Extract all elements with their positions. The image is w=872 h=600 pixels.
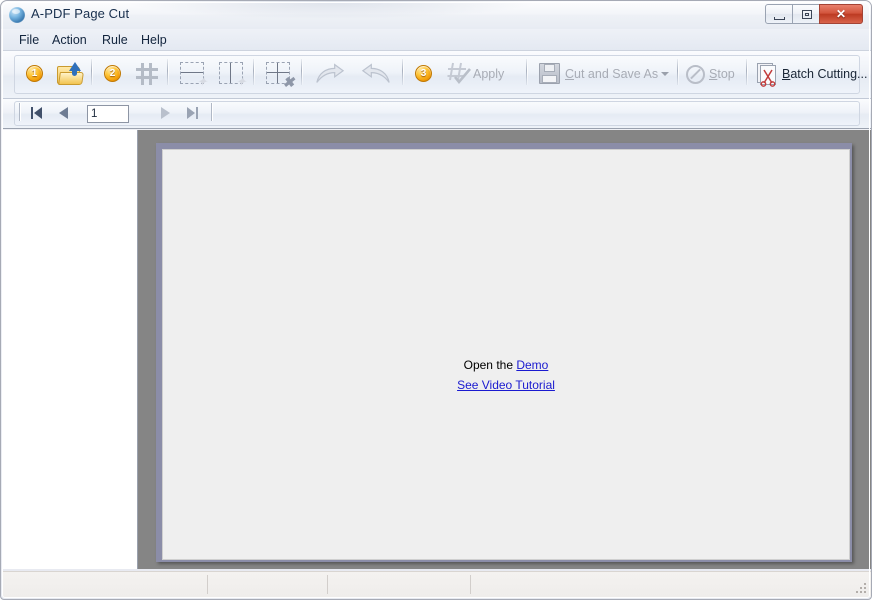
stop-icon [686,65,705,84]
status-panel-4 [471,575,865,594]
step-1-button[interactable]: 1 [20,57,48,89]
globe-icon [9,7,25,23]
step-1-badge: 1 [26,65,43,82]
pdf-page-canvas[interactable]: Open the Demo See Video Tutorial [162,149,850,560]
resize-grip[interactable] [856,583,868,595]
undo-arrow-icon [315,63,345,85]
title-bar: A-PDF Page Cut ✕ [1,1,872,29]
delete-line-button[interactable]: ✖ [260,57,296,89]
step-2-button[interactable]: 2 [98,57,126,89]
floppy-save-icon [539,63,560,84]
maximize-icon [802,10,812,19]
menu-file[interactable]: File [12,31,46,49]
toolbar-separator-2 [167,59,168,85]
navbar-band [14,101,860,126]
video-tutorial-link[interactable]: See Video Tutorial [457,375,555,395]
minimize-button[interactable] [765,4,793,24]
redo-button[interactable] [354,57,396,89]
first-page-button[interactable] [26,102,48,122]
open-demo-prefix: Open the [464,358,517,372]
toolbar-separator-5 [402,59,403,85]
add-vertical-line-button[interactable]: ✦ [213,57,249,89]
last-page-button[interactable] [182,102,204,122]
undo-button[interactable] [308,57,350,89]
minimize-icon [774,17,785,20]
batch-cutting-icon [757,63,783,87]
menu-action[interactable]: Action [45,31,94,49]
nav-separator-2 [211,103,212,121]
toolbar-separator-3 [253,59,254,85]
stop-button[interactable]: Stop [682,57,742,89]
menu-rule[interactable]: Rule [95,31,135,49]
apply-button[interactable]: Apply [444,57,520,89]
demo-link[interactable]: Demo [516,358,548,372]
thumbnail-panel[interactable] [3,130,138,569]
status-panel-3 [328,575,471,594]
add-vertical-cut-line-icon: ✦ [219,62,245,86]
cut-and-save-as-label: ut and Save As [574,67,658,81]
window-title: A-PDF Page Cut [31,6,129,21]
next-page-button[interactable] [154,102,176,122]
toolbar-separator-8 [746,59,747,85]
previous-page-button[interactable] [52,102,74,122]
step-3-button[interactable]: 3 [409,57,437,89]
add-horizontal-line-button[interactable]: ✦ [174,57,210,89]
navigation-toolbar: − + 96% Cut Pages Order: Line Position: … [2,99,872,129]
redo-arrow-icon [361,63,391,85]
toolbar-separator-7 [677,59,678,85]
nav-separator-1 [19,103,20,121]
maximize-button[interactable] [792,4,820,24]
document-viewer[interactable]: Open the Demo See Video Tutorial [138,130,871,569]
close-button[interactable]: ✕ [819,4,863,24]
open-demo-line: Open the Demo [163,356,849,374]
grid-icon [136,63,158,85]
main-toolbar: 1 2 ✦ ✦ [2,51,872,99]
application-window: A-PDF Page Cut ✕ File Action Rule Help 1 [0,0,872,600]
delete-cut-line-icon: ✖ [266,62,292,86]
step-2-badge: 2 [104,65,121,82]
cut-and-save-as-button[interactable]: Cut and Save As [533,57,673,89]
add-horizontal-cut-line-icon: ✦ [180,62,206,86]
status-panel-2 [208,575,328,594]
close-icon: ✕ [820,5,862,23]
open-file-button[interactable] [52,57,86,89]
batch-cutting-button[interactable]: Batch Cutting... [753,57,865,89]
batch-cutting-label: atch Cutting... [790,67,867,81]
cut-and-save-as-accelerator: C [565,67,574,81]
status-panel-1 [6,575,208,594]
page-number-input[interactable]: 1 [87,105,129,123]
toolbar-separator-1 [91,59,92,85]
demo-prompt: Open the Demo See Video Tutorial [163,356,849,395]
menu-help[interactable]: Help [134,31,174,49]
stop-label: top [717,67,734,81]
open-folder-icon [57,63,83,85]
status-bar [3,571,871,597]
page-frame: Open the Demo See Video Tutorial [156,143,852,562]
menu-bar: File Action Rule Help [2,29,872,51]
apply-icon [447,62,473,86]
toolbar-separator-6 [526,59,527,85]
grid-lines-button[interactable] [130,57,162,89]
toolbar-separator-4 [301,59,302,85]
step-3-badge: 3 [415,65,432,82]
apply-label: Apply [473,58,504,90]
chevron-down-icon[interactable] [661,72,669,76]
